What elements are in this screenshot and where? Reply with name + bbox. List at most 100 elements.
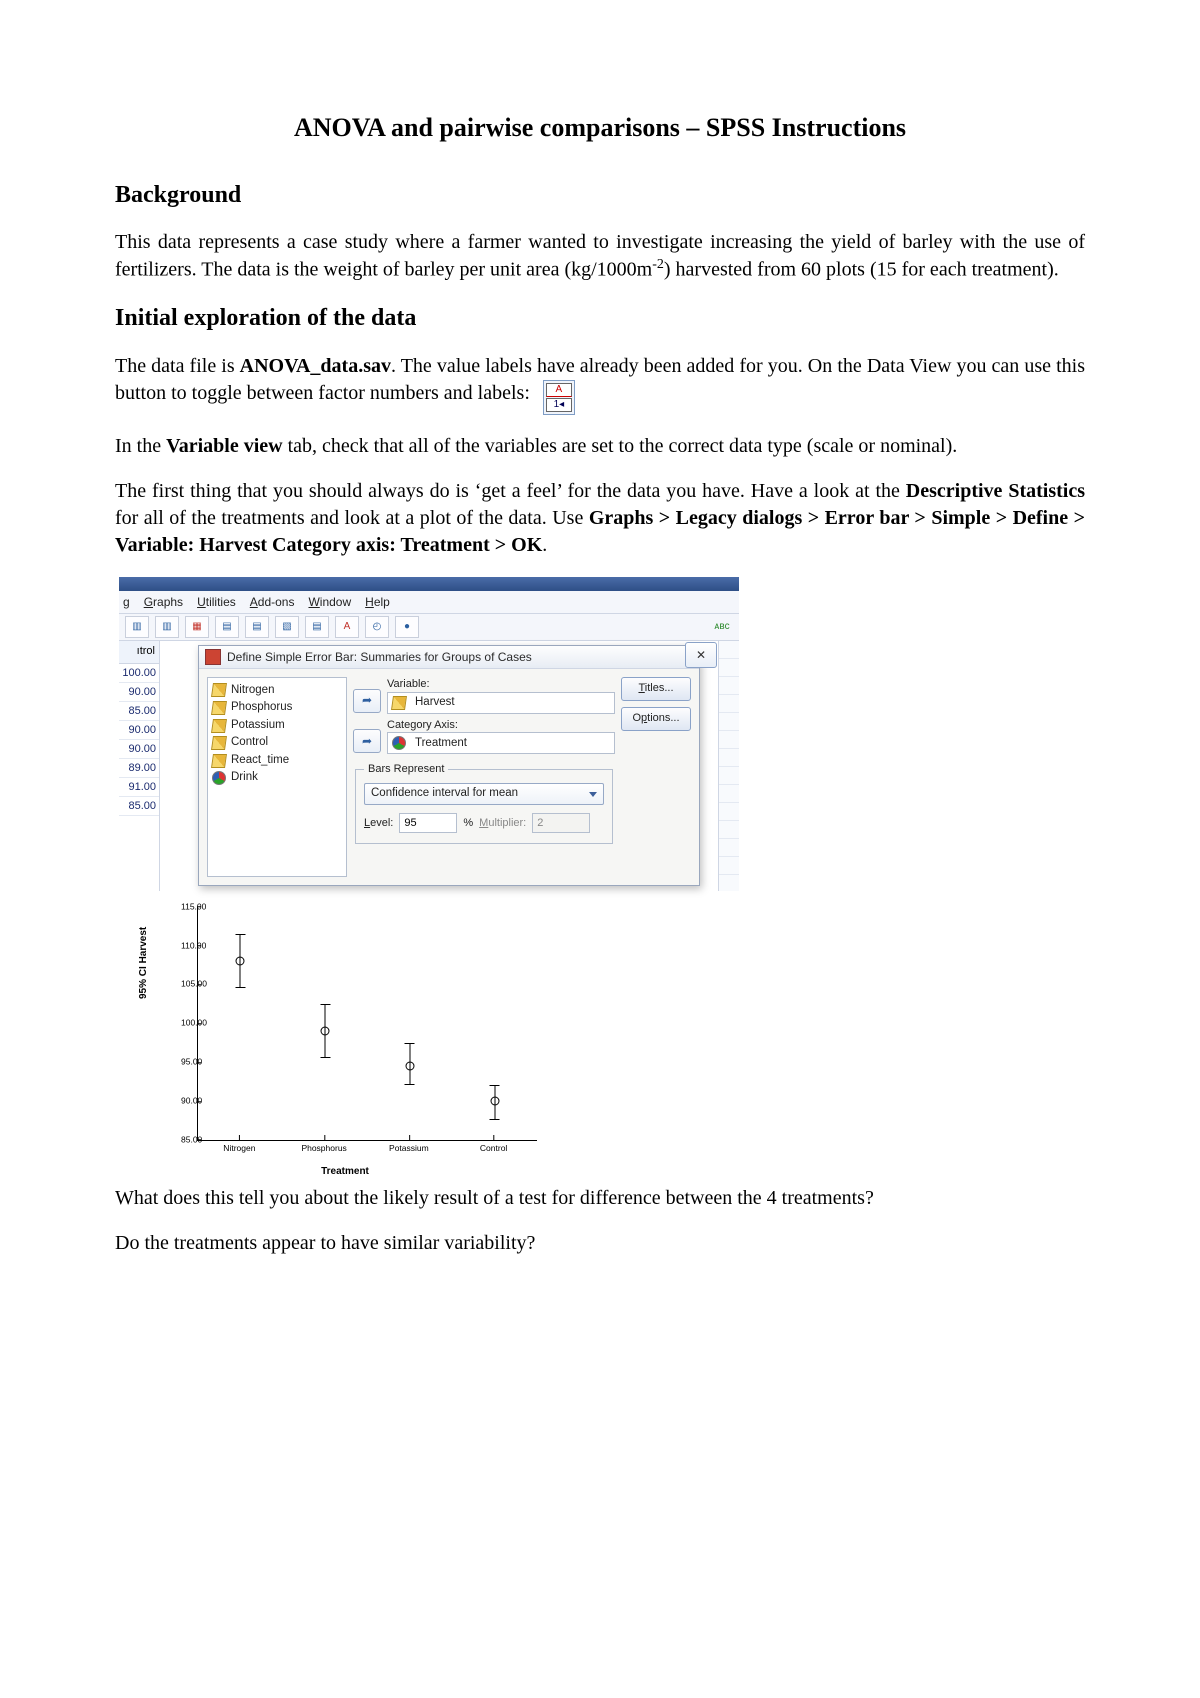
paragraph-variable-view: In the Variable view tab, check that all… (115, 433, 1085, 460)
menu-graphs[interactable]: Graphs (144, 594, 183, 610)
menu-window[interactable]: Window (308, 594, 351, 610)
spss-screenshot: g Graphs Utilities Add-ons Window Help ▥… (119, 577, 739, 891)
titles-button[interactable]: Titles... (621, 677, 691, 701)
menu-help[interactable]: Help (365, 594, 390, 610)
toolbar-icon[interactable]: ▧ (275, 616, 299, 638)
data-cell[interactable]: 85.00 (119, 702, 159, 721)
text-descr-b: Descriptive Statistics (906, 480, 1085, 502)
spss-menubar: g Graphs Utilities Add-ons Window Help (119, 591, 739, 614)
category-axis-slot[interactable]: Treatment (387, 732, 615, 754)
data-cell[interactable]: 100.00 (119, 664, 159, 683)
nominal-icon (212, 771, 226, 785)
multiplier-label: Multiplier: (479, 816, 526, 831)
chart-mean-point (490, 1096, 499, 1105)
bars-represent-combo[interactable]: Confidence interval for mean (364, 783, 604, 805)
bars-represent-value: Confidence interval for mean (371, 786, 518, 802)
bars-represent-group: Bars Represent Confidence interval for m… (355, 762, 613, 844)
dialog-title-text: Define Simple Error Bar: Summaries for G… (227, 649, 532, 665)
chart-y-tick: 115.00 (181, 901, 195, 912)
chart-y-tick: 90.00 (181, 1095, 195, 1106)
paragraph-background: This data represents a case study where … (115, 229, 1085, 284)
category-axis-label: Category Axis: (387, 718, 615, 733)
data-cell[interactable]: 90.00 (119, 721, 159, 740)
scale-icon (211, 719, 227, 733)
spss-toolbar: ▥ ▥ ▦ ▤ ▤ ▧ ▤ A ◴ ● ᴀʙᴄ (119, 614, 739, 641)
menu-utilities[interactable]: Utilities (197, 594, 236, 610)
chart-mean-point (405, 1061, 414, 1070)
chart-y-tick: 110.00 (181, 940, 195, 951)
text-file-a: The data file is (115, 355, 240, 377)
variable-name: Phosphorus (231, 700, 292, 716)
variable-name: Nitrogen (231, 683, 274, 699)
toolbar-icon[interactable]: ▦ (185, 616, 209, 638)
variable-slot[interactable]: Harvest (387, 692, 615, 714)
data-cell[interactable]: 90.00 (119, 740, 159, 759)
chevron-down-icon (589, 792, 597, 797)
chart-x-tick: Phosphorus (301, 1143, 346, 1154)
chart-plot-area (197, 907, 537, 1141)
multiplier-input (532, 813, 590, 833)
toolbar-icon[interactable]: ▥ (125, 616, 149, 638)
chart-x-tick: Nitrogen (223, 1143, 255, 1154)
data-cell[interactable]: 89.00 (119, 759, 159, 778)
chart-y-tick: 100.00 (181, 1017, 195, 1028)
chart-y-axis-label: 95% CI Harvest (137, 926, 151, 998)
text-descr-c: for all of the treatments and look at a … (115, 507, 589, 529)
toolbar-icon[interactable]: ◴ (365, 616, 389, 638)
toggle-row-bottom: 1◂ (546, 398, 572, 412)
error-bar-chart: 95% CI Harvest Treatment 85.0090.0095.00… (145, 899, 545, 1179)
toolbar-icon[interactable]: ᴀʙᴄ (711, 617, 733, 637)
variable-list-item[interactable]: Drink (212, 769, 342, 787)
level-label: Level: (364, 816, 393, 831)
move-category-button[interactable]: ➦ (353, 729, 381, 753)
text-vv-c: tab, check that all of the variables are… (283, 435, 958, 457)
variable-list-item[interactable]: Nitrogen (212, 682, 342, 700)
level-input[interactable] (399, 813, 457, 833)
chart-x-axis-label: Treatment (145, 1165, 545, 1179)
variable-name: Potassium (231, 718, 285, 734)
variable-list-item[interactable]: React_time (212, 752, 342, 770)
text-background-sup: -2 (652, 257, 664, 272)
heading-background: Background (115, 179, 1085, 211)
scale-icon (211, 701, 227, 715)
toolbar-icon[interactable]: ▥ (155, 616, 179, 638)
data-cell[interactable]: 85.00 (119, 797, 159, 816)
scale-icon (391, 696, 407, 710)
data-cell[interactable]: 90.00 (119, 683, 159, 702)
chart-x-tick: Control (480, 1143, 507, 1154)
variable-list-item[interactable]: Control (212, 734, 342, 752)
variable-list-item[interactable]: Potassium (212, 717, 342, 735)
text-background-2: ) harvested from 60 plots (15 for each t… (664, 259, 1059, 281)
dialog-icon (205, 649, 221, 665)
text-descr-a: The first thing that you should always d… (115, 480, 906, 502)
variable-name: Drink (231, 770, 258, 786)
options-button[interactable]: Options... (621, 707, 691, 731)
text-descr-e: . (542, 534, 547, 556)
dialog-close-button[interactable]: ✕ (685, 642, 717, 668)
chart-y-tick: 105.00 (181, 979, 195, 990)
toolbar-icon[interactable]: A (335, 616, 359, 638)
data-grid-edge (718, 641, 739, 891)
variable-list-item[interactable]: Phosphorus (212, 699, 342, 717)
data-column: ıtrol 100.00 90.00 85.00 90.00 90.00 89.… (119, 641, 160, 891)
chart-mean-point (321, 1026, 330, 1035)
toolbar-icon[interactable]: ▤ (305, 616, 329, 638)
scale-icon (211, 683, 227, 697)
menu-addons[interactable]: Add-ons (250, 594, 295, 610)
toolbar-icon[interactable]: ● (395, 616, 419, 638)
data-column-header: ıtrol (119, 641, 159, 664)
nominal-icon (392, 736, 406, 750)
menu-item[interactable]: g (123, 594, 130, 610)
variable-name: React_time (231, 753, 289, 769)
scale-icon (211, 736, 227, 750)
toolbar-icon[interactable]: ▤ (215, 616, 239, 638)
question-1: What does this tell you about the likely… (115, 1185, 1085, 1212)
question-2: Do the treatments appear to have similar… (115, 1230, 1085, 1257)
data-cell[interactable]: 91.00 (119, 778, 159, 797)
move-variable-button[interactable]: ➦ (353, 689, 381, 713)
text-vv-b: Variable view (166, 435, 282, 457)
variable-list[interactable]: Nitrogen Phosphorus Potassium Control Re… (207, 677, 347, 877)
text-vv-a: In the (115, 435, 166, 457)
value-labels-toggle-icon: A 1◂ (543, 380, 575, 415)
toolbar-icon[interactable]: ▤ (245, 616, 269, 638)
